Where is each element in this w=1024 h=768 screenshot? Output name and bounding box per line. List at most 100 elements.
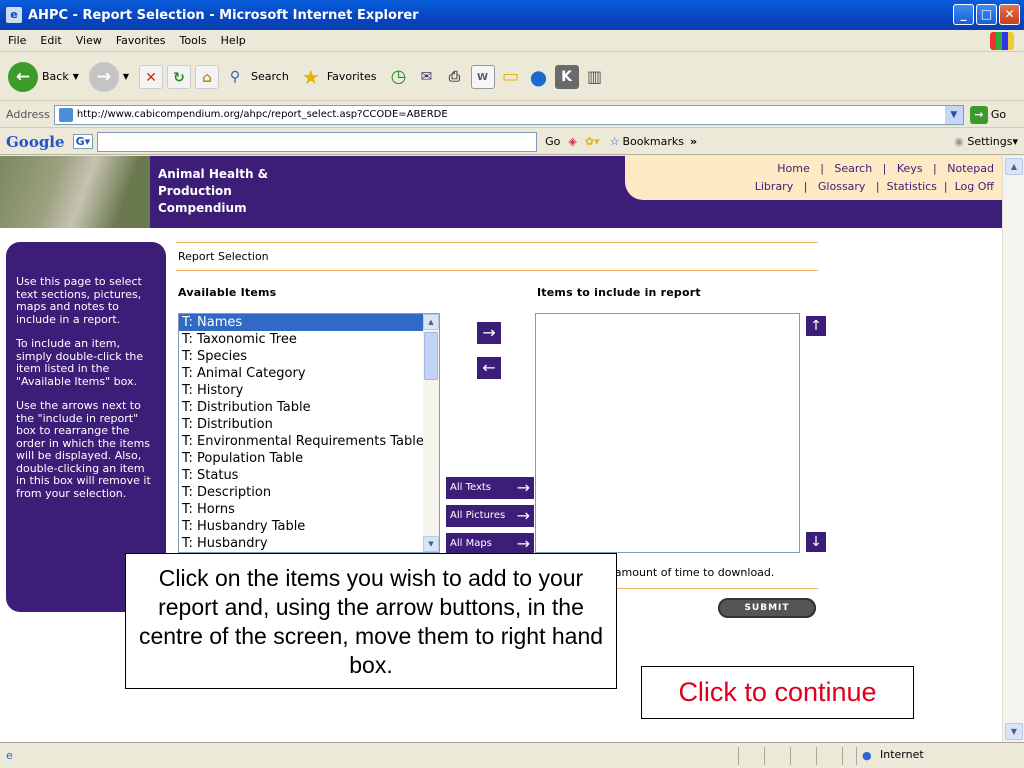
list-item[interactable]: T: Population Table [179, 450, 439, 467]
move-down-button[interactable]: ↓ [806, 532, 826, 552]
favorites-button[interactable]: ★ Favorites [299, 65, 377, 89]
address-input[interactable]: http://www.cabicompendium.org/ahpc/repor… [53, 104, 964, 125]
right-arrow-icon: → [516, 478, 530, 497]
list-item[interactable]: T: Status [179, 467, 439, 484]
divider [600, 588, 818, 589]
bookmarks-star-icon: ☆ [609, 135, 620, 148]
site-banner: Animal Health & Production Compendium Ho… [0, 156, 1002, 228]
print-icon[interactable]: ⎙ [443, 65, 467, 89]
google-logo: Google [6, 132, 65, 151]
history-icon[interactable]: ◷ [387, 65, 411, 89]
page-scrollbar[interactable]: ▲ ▼ [1002, 156, 1024, 742]
divider [176, 242, 818, 243]
scroll-down-icon[interactable]: ▼ [423, 536, 439, 552]
toolbar-overflow[interactable]: » [690, 135, 697, 148]
address-url: http://www.cabicompendium.org/ahpc/repor… [76, 109, 448, 120]
site-title: Animal Health & Production Compendium [158, 167, 269, 215]
menu-help[interactable]: Help [221, 34, 246, 47]
remove-item-button[interactable]: ← [477, 357, 501, 379]
divider [176, 270, 818, 271]
pagerank-icon[interactable]: ◈ [568, 135, 576, 148]
messenger-icon[interactable]: K [554, 64, 579, 89]
page-status-icon: e [6, 749, 13, 762]
all-texts-button[interactable]: All Texts → [446, 477, 534, 499]
menu-file[interactable]: File [8, 34, 26, 47]
google-g-icon[interactable]: G▾ [72, 134, 94, 149]
continue-button[interactable]: Click to continue [641, 666, 914, 719]
stop-icon[interactable]: ✕ [139, 64, 164, 89]
list-item[interactable]: T: Taxonomic Tree [179, 331, 439, 348]
scroll-up-icon[interactable]: ▲ [1005, 158, 1023, 175]
research-icon[interactable]: ▥ [583, 65, 607, 89]
list-item[interactable]: T: Species [179, 348, 439, 365]
menu-view[interactable]: View [76, 34, 102, 47]
available-items-list[interactable]: T: Names T: Taxonomic Tree T: Species T: An… [178, 313, 440, 553]
close-button[interactable]: ✕ [999, 4, 1020, 25]
settings-button[interactable]: ◉ Settings▾ [954, 135, 1018, 148]
available-items-label: Available Items [178, 286, 277, 299]
available-items: T: Names T: Taxonomic Tree T: Species T: An… [179, 314, 439, 552]
home-icon[interactable]: ⌂ [195, 64, 220, 89]
add-item-button[interactable]: → [477, 322, 501, 344]
go-arrow-icon: → [969, 105, 988, 124]
nav-row-2[interactable]: Library | Glossary | Statistics | Log Of… [755, 180, 994, 193]
menu-favorites[interactable]: Favorites [116, 34, 166, 47]
list-item[interactable]: T: History [179, 382, 439, 399]
address-bar: Address http://www.cabicompendium.org/ah… [0, 102, 1024, 128]
submit-button[interactable]: SUBMIT [718, 598, 816, 618]
security-zone: Internet [880, 748, 924, 761]
edit-icon[interactable]: W [470, 64, 495, 89]
refresh-icon[interactable]: ↻ [167, 64, 192, 89]
maximize-button[interactable]: □ [976, 4, 997, 25]
include-items-list[interactable] [535, 313, 800, 553]
back-dropdown-icon: ▼ [72, 72, 79, 81]
folder-icon[interactable]: ▭ [499, 65, 523, 89]
mail-icon[interactable]: ✉ [415, 65, 439, 89]
forward-arrow-icon: → [88, 61, 119, 92]
bookmarks-button[interactable]: Bookmarks [622, 135, 683, 148]
back-button[interactable]: ← Back ▼ [8, 61, 79, 92]
windows-logo-icon [990, 32, 1014, 50]
menu-edit[interactable]: Edit [40, 34, 61, 47]
right-arrow-icon: → [516, 534, 530, 553]
forward-dropdown-icon: ▼ [122, 72, 130, 81]
favorites-star-icon: ★ [301, 64, 320, 89]
list-scrollbar[interactable]: ▲ ▼ [423, 314, 439, 552]
forward-button[interactable]: → ▼ [88, 61, 130, 92]
all-pictures-button[interactable]: All Pictures → [446, 505, 534, 527]
popup-blocker-icon[interactable]: ✿▾ [585, 135, 600, 148]
left-arrow-icon: ← [482, 358, 496, 377]
list-item[interactable]: T: Distribution [179, 416, 439, 433]
list-item[interactable]: T: Names [179, 314, 439, 331]
download-note: nt amount of time to download. [600, 566, 775, 579]
report-heading: Report Selection [178, 250, 269, 263]
scroll-up-icon[interactable]: ▲ [423, 314, 439, 330]
google-search-input[interactable] [97, 131, 538, 152]
settings-icon: ◉ [954, 135, 964, 148]
move-up-button[interactable]: ↑ [806, 316, 826, 336]
site-nav: Home | Search | Keys | Notepad Library |… [625, 156, 1002, 200]
minimize-button[interactable]: _ [953, 4, 974, 25]
page-icon [58, 107, 73, 122]
list-item[interactable]: T: Distribution Table [179, 399, 439, 416]
instruction-callout: Click on the items you wish to add to yo… [125, 553, 617, 689]
search-button[interactable]: ⚲ Search [223, 65, 289, 89]
go-button[interactable]: → Go [969, 105, 1006, 124]
globe-icon[interactable]: ● [527, 65, 551, 89]
list-item[interactable]: T: Husbandry [179, 535, 439, 552]
address-dropdown-icon[interactable]: ▼ [944, 105, 963, 124]
status-bar: e ● Internet [0, 742, 1024, 768]
list-item[interactable]: T: Description [179, 484, 439, 501]
list-item[interactable]: T: Animal Category [179, 365, 439, 382]
list-item[interactable]: T: Horns [179, 501, 439, 518]
up-arrow-icon: ↑ [810, 318, 822, 334]
list-item[interactable]: T: Environmental Requirements Table [179, 433, 439, 450]
google-toolbar: Google G▾ Go ◈ ✿▾ ☆ Bookmarks » ◉ Settin… [0, 129, 1024, 155]
all-maps-button[interactable]: All Maps → [446, 533, 534, 555]
scroll-thumb[interactable] [424, 332, 438, 380]
list-item[interactable]: T: Husbandry Table [179, 518, 439, 535]
scroll-down-icon[interactable]: ▼ [1005, 723, 1023, 740]
menu-tools[interactable]: Tools [180, 34, 207, 47]
google-go-button[interactable]: Go [545, 135, 560, 148]
nav-row-1[interactable]: Home | Search | Keys | Notepad [777, 162, 994, 175]
